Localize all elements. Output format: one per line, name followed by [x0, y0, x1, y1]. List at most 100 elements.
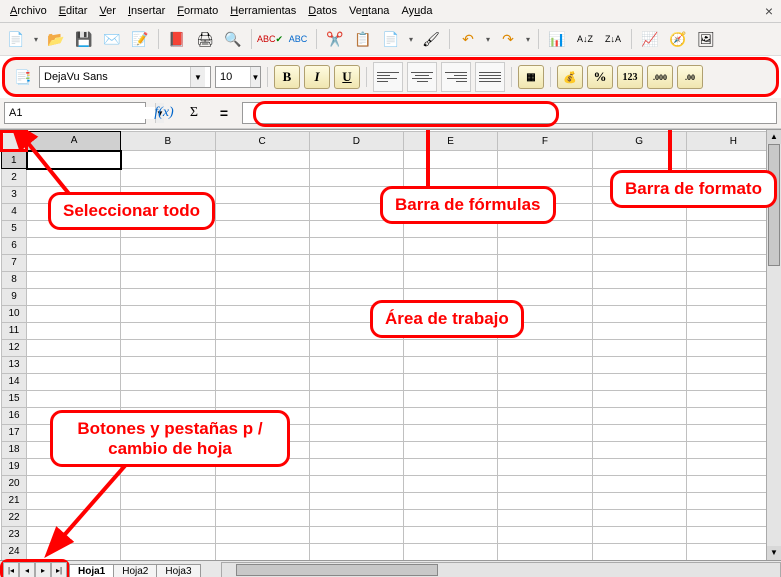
cell[interactable] — [404, 271, 498, 288]
cell[interactable] — [498, 339, 592, 356]
menu-insertar[interactable]: Insertar — [122, 3, 171, 19]
cell[interactable] — [27, 305, 121, 322]
select-all-corner[interactable] — [2, 132, 27, 151]
cell[interactable] — [592, 526, 686, 543]
col-header[interactable]: C — [215, 132, 309, 151]
row-header[interactable]: 24 — [2, 543, 27, 560]
cell[interactable] — [215, 169, 309, 187]
row-header[interactable]: 5 — [2, 220, 27, 237]
cell[interactable] — [121, 305, 215, 322]
row-header[interactable]: 2 — [2, 169, 27, 187]
cell[interactable] — [309, 509, 403, 526]
cell[interactable] — [121, 339, 215, 356]
bold-button[interactable]: B — [274, 65, 300, 89]
edit-doc-icon[interactable]: 📝 — [128, 27, 152, 51]
row-header[interactable]: 21 — [2, 492, 27, 509]
row-header[interactable]: 15 — [2, 390, 27, 407]
cell[interactable] — [498, 441, 592, 458]
cell[interactable] — [592, 424, 686, 441]
cell[interactable] — [309, 254, 403, 271]
cell[interactable] — [498, 458, 592, 475]
cell[interactable] — [215, 305, 309, 322]
row-header[interactable]: 9 — [2, 288, 27, 305]
cell[interactable] — [404, 339, 498, 356]
prev-sheet-button[interactable]: ◂ — [19, 562, 35, 577]
merge-cells-button[interactable]: ▦ — [518, 65, 544, 89]
cell[interactable] — [121, 288, 215, 305]
cell[interactable] — [592, 237, 686, 254]
currency-button[interactable]: 💰 — [557, 65, 583, 89]
pdf-icon[interactable]: 📕 — [165, 27, 189, 51]
undo-dropdown[interactable]: ▾ — [484, 35, 492, 44]
menu-archivo[interactable]: Archivo — [4, 3, 53, 19]
first-sheet-button[interactable]: |◂ — [3, 562, 19, 577]
cell[interactable] — [498, 151, 592, 169]
cell[interactable] — [498, 356, 592, 373]
number-format-button[interactable]: 123 — [617, 65, 643, 89]
font-size-input[interactable] — [216, 71, 250, 83]
menu-formato[interactable]: Formato — [171, 3, 224, 19]
cell[interactable] — [592, 322, 686, 339]
align-center-button[interactable] — [407, 62, 437, 92]
cell[interactable] — [404, 458, 498, 475]
col-header[interactable]: B — [121, 132, 215, 151]
redo-icon[interactable]: ↷ — [496, 27, 520, 51]
menu-datos[interactable]: Datos — [302, 3, 343, 19]
cell[interactable] — [27, 543, 121, 560]
cell[interactable] — [498, 543, 592, 560]
cell[interactable] — [309, 492, 403, 509]
insert-chart-icon[interactable]: 📈 — [638, 27, 662, 51]
horizontal-scrollbar[interactable] — [221, 562, 781, 577]
cell[interactable] — [215, 322, 309, 339]
chevron-down-icon[interactable]: ▼ — [250, 67, 260, 87]
cell[interactable] — [27, 169, 121, 187]
row-header[interactable]: 6 — [2, 237, 27, 254]
cell[interactable] — [404, 151, 498, 169]
paste-icon[interactable]: 📄 — [379, 27, 403, 51]
percent-button[interactable]: % — [587, 65, 613, 89]
cell[interactable] — [27, 526, 121, 543]
equals-icon[interactable]: = — [212, 101, 236, 125]
cell[interactable] — [592, 509, 686, 526]
cell[interactable] — [592, 543, 686, 560]
sort-desc-icon[interactable]: Z↓A — [601, 27, 625, 51]
cell[interactable] — [215, 254, 309, 271]
cell[interactable] — [121, 271, 215, 288]
cell[interactable] — [498, 271, 592, 288]
cell[interactable] — [121, 169, 215, 187]
row-header[interactable]: 16 — [2, 407, 27, 424]
email-icon[interactable]: ✉️ — [100, 27, 124, 51]
cell[interactable] — [121, 492, 215, 509]
cell[interactable] — [404, 373, 498, 390]
row-header[interactable]: 20 — [2, 475, 27, 492]
new-doc-dropdown[interactable]: ▾ — [32, 35, 40, 44]
cell[interactable] — [215, 288, 309, 305]
font-size-combo[interactable]: ▼ — [215, 66, 261, 88]
row-header[interactable]: 13 — [2, 356, 27, 373]
align-right-button[interactable] — [441, 62, 471, 92]
copy-icon[interactable]: 📋 — [351, 27, 375, 51]
close-icon[interactable]: × — [761, 3, 777, 19]
cell[interactable] — [27, 475, 121, 492]
cell[interactable] — [592, 151, 686, 169]
row-header[interactable]: 4 — [2, 203, 27, 220]
cell[interactable] — [27, 390, 121, 407]
cell[interactable] — [498, 509, 592, 526]
cell[interactable] — [498, 169, 592, 187]
sum-icon[interactable]: Σ — [182, 101, 206, 125]
cell[interactable] — [498, 254, 592, 271]
cell[interactable] — [27, 151, 121, 169]
row-header[interactable]: 17 — [2, 424, 27, 441]
cell[interactable] — [592, 458, 686, 475]
preview-icon[interactable]: 🔍 — [221, 27, 245, 51]
cell[interactable] — [309, 390, 403, 407]
paste-dropdown[interactable]: ▾ — [407, 35, 415, 44]
cell[interactable] — [404, 441, 498, 458]
sheet-tab[interactable]: Hoja1 — [69, 564, 114, 577]
row-header[interactable]: 23 — [2, 526, 27, 543]
print-icon[interactable]: 🖨 — [193, 27, 217, 51]
open-icon[interactable]: 📂 — [44, 27, 68, 51]
gallery-icon[interactable]: 🖼 — [694, 27, 718, 51]
name-box[interactable]: ▼ — [4, 102, 146, 124]
cell[interactable] — [121, 373, 215, 390]
